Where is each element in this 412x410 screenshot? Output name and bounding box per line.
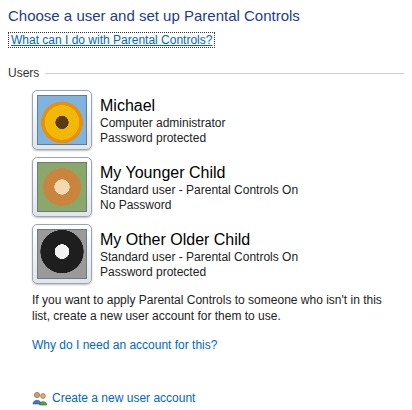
parental-controls-page: Choose a user and set up Parental Contro…	[0, 0, 412, 406]
note-text: If you want to apply Parental Controls t…	[32, 292, 392, 324]
user-name: My Younger Child	[100, 163, 298, 183]
user-name: Michael	[100, 96, 225, 116]
user-name: My Other Older Child	[100, 230, 298, 250]
user-info: MichaelComputer administratorPassword pr…	[100, 90, 225, 146]
create-account-link[interactable]: Create a new user account	[32, 390, 195, 406]
help-link[interactable]: What can I do with Parental Controls?	[8, 32, 215, 48]
user-info: My Other Older ChildStandard user - Pare…	[100, 224, 298, 280]
page-title: Choose a user and set up Parental Contro…	[8, 6, 404, 26]
user-password: Password protected	[100, 131, 225, 146]
avatar-frame	[32, 224, 92, 284]
user-password: Password protected	[100, 265, 298, 280]
avatar-frame	[32, 157, 92, 217]
user-row[interactable]: My Younger ChildStandard user - Parental…	[32, 157, 404, 217]
avatar-picture	[37, 95, 87, 145]
user-role: Standard user - Parental Controls On	[100, 183, 298, 198]
user-role: Standard user - Parental Controls On	[100, 250, 298, 265]
user-row[interactable]: My Other Older ChildStandard user - Pare…	[32, 224, 404, 284]
user-password: No Password	[100, 198, 298, 213]
user-info: My Younger ChildStandard user - Parental…	[100, 157, 298, 213]
user-row[interactable]: MichaelComputer administratorPassword pr…	[32, 90, 404, 150]
avatar-picture	[37, 162, 87, 212]
group-label: Users	[8, 66, 39, 80]
why-link[interactable]: Why do I need an account for this?	[32, 338, 217, 352]
group-rule	[45, 73, 404, 74]
avatar-frame	[32, 90, 92, 150]
users-group-header: Users	[8, 66, 404, 80]
users-icon	[32, 390, 48, 406]
avatar-picture	[37, 229, 87, 279]
user-list: MichaelComputer administratorPassword pr…	[8, 90, 404, 284]
user-role: Computer administrator	[100, 116, 225, 131]
